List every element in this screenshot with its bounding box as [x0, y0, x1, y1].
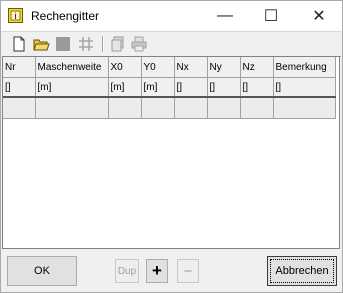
unit-cell: [] [174, 77, 208, 98]
remove-row-button[interactable]: − [177, 259, 199, 283]
unit-cell: [] [240, 77, 274, 98]
unit-cell: [] [207, 77, 241, 98]
data-grid[interactable]: Nr Maschenweite X0 Y0 Nx Ny Nz Bemerkung… [2, 56, 340, 249]
unit-cell: [m] [108, 77, 142, 98]
unit-cell: [m] [35, 77, 109, 98]
unit-cell: [] [273, 77, 336, 98]
grid-icon [79, 37, 93, 51]
save-icon [56, 37, 70, 51]
open-folder-icon[interactable] [32, 35, 50, 53]
grid-table: Nr Maschenweite X0 Y0 Nx Ny Nz Bemerkung… [3, 57, 336, 119]
column-header[interactable]: Nx [174, 57, 208, 78]
units-row: [] [m] [m] [m] [] [] [] [] [3, 77, 336, 98]
column-header[interactable]: Ny [207, 57, 241, 78]
toolbar-separator [102, 36, 104, 52]
close-button[interactable]: ✕ [296, 1, 342, 31]
table-cell[interactable] [174, 97, 208, 119]
minimize-icon: — [217, 7, 233, 24]
table-cell[interactable] [240, 97, 274, 119]
app-icon: i [8, 8, 23, 23]
table-cell[interactable] [141, 97, 175, 119]
table-cell[interactable] [273, 97, 336, 119]
print-icon [131, 36, 147, 52]
title-bar[interactable]: i Rechengitter — ☐ ✕ [1, 1, 342, 31]
column-header-row: Nr Maschenweite X0 Y0 Nx Ny Nz Bemerkung [3, 57, 336, 78]
table-cell[interactable] [108, 97, 142, 119]
table-cell[interactable] [35, 97, 109, 119]
maximize-button[interactable]: ☐ [248, 1, 294, 31]
toolbar [2, 31, 341, 57]
column-header[interactable]: X0 [108, 57, 142, 78]
add-row-button[interactable]: + [146, 259, 168, 283]
column-header[interactable]: Bemerkung [273, 57, 336, 78]
copy-icon [111, 36, 124, 52]
table-cell[interactable] [207, 97, 241, 119]
minimize-button[interactable]: — [202, 1, 248, 31]
unit-cell: [] [3, 77, 36, 98]
new-document-icon[interactable] [10, 35, 28, 53]
column-header[interactable]: Maschenweite [35, 57, 109, 78]
maximize-icon: ☐ [263, 8, 279, 25]
table-cell[interactable] [3, 97, 36, 119]
svg-text:i: i [15, 11, 17, 21]
table-row[interactable] [3, 97, 336, 119]
column-header[interactable]: Y0 [141, 57, 175, 78]
cancel-button[interactable]: Abbrechen [267, 256, 337, 286]
column-header[interactable]: Nr [3, 57, 36, 78]
column-header[interactable]: Nz [240, 57, 274, 78]
button-bar: OK Dup + − Abbrechen [1, 248, 342, 292]
ok-button[interactable]: OK [7, 256, 77, 286]
dup-button[interactable]: Dup [115, 259, 139, 283]
unit-cell: [m] [141, 77, 175, 98]
window-title: Rechengitter [31, 9, 100, 23]
close-icon: ✕ [312, 8, 326, 25]
dialog-window: i Rechengitter — ☐ ✕ Nr Maschenweite X0 … [0, 0, 343, 293]
